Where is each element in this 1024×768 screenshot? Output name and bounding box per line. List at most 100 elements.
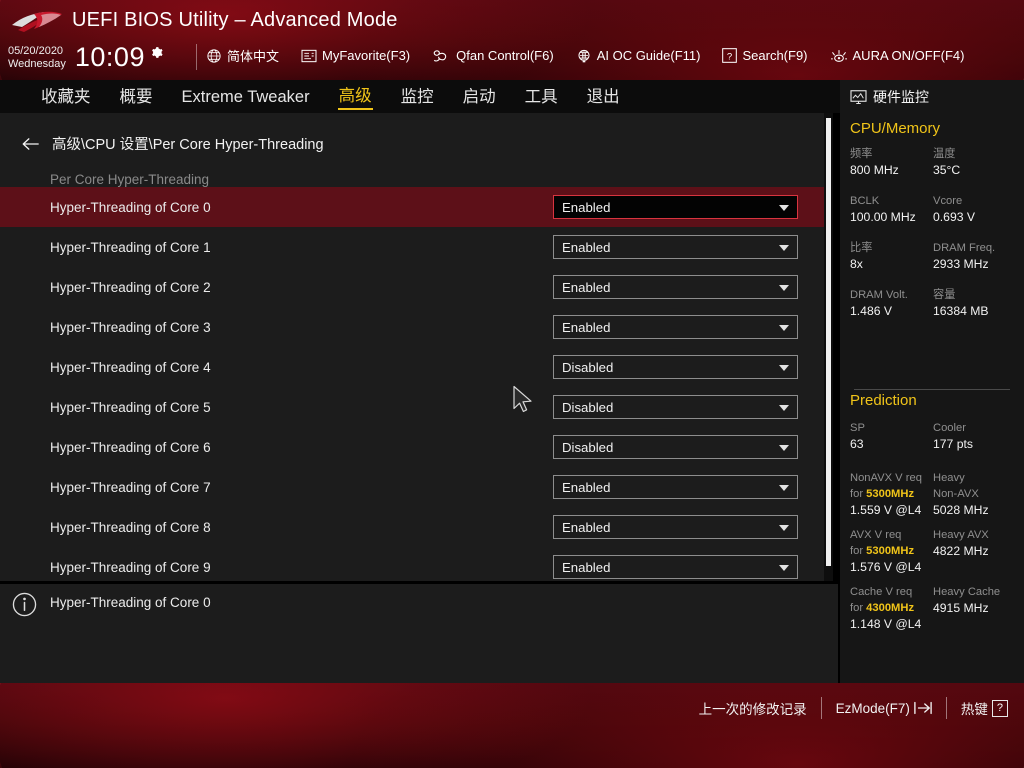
settings-row-dropdown[interactable]: Enabled	[553, 555, 798, 579]
settings-row-dropdown[interactable]: Enabled	[553, 475, 798, 499]
settings-row[interactable]: Hyper-Threading of Core 1 Enabled	[0, 227, 838, 267]
hwmon-value: 5028 MHz	[933, 503, 989, 517]
fan-icon	[433, 49, 447, 62]
settings-row-label: Hyper-Threading of Core 1	[50, 239, 211, 255]
chevron-down-icon[interactable]	[779, 525, 789, 531]
settings-row[interactable]: Hyper-Threading of Core 2 Enabled	[0, 267, 838, 307]
hwmon-pair: BCLK 100.00 MHz Vcore 0.693 V	[850, 193, 1016, 226]
settings-row-label: Hyper-Threading of Core 3	[50, 319, 211, 335]
hwmon-value: 1.486 V	[850, 304, 893, 318]
chevron-down-icon[interactable]	[779, 485, 789, 491]
chevron-down-icon[interactable]	[779, 325, 789, 331]
settings-row[interactable]: Hyper-Threading of Core 6 Disabled	[0, 427, 838, 467]
settings-row-dropdown[interactable]: Disabled	[553, 355, 798, 379]
chevron-down-icon[interactable]	[779, 245, 789, 251]
settings-row-dropdown[interactable]: Enabled	[553, 195, 798, 219]
language-label: 简体中文	[227, 49, 280, 64]
cpu-memory-readouts: 频率 800 MHz 温度 35°C BCLK 100.00 MHz Vcore 0.693 …	[850, 146, 1016, 334]
language-button[interactable]: 简体中文	[206, 46, 279, 65]
settings-row[interactable]: Hyper-Threading of Core 8 Enabled	[0, 507, 838, 547]
hwmon-value: 100.00 MHz	[850, 210, 916, 224]
settings-row-dropdown[interactable]: Enabled	[553, 235, 798, 259]
hwmon-key: 比率	[850, 242, 873, 254]
tab-6[interactable]: 工具	[524, 85, 559, 109]
settings-row[interactable]: Hyper-Threading of Core 5 Disabled	[0, 387, 838, 427]
chevron-down-icon[interactable]	[779, 565, 789, 571]
back-arrow-icon[interactable]	[22, 137, 39, 151]
tab-2[interactable]: Extreme Tweaker	[181, 85, 311, 109]
hwmon-pair: SP 63 Cooler 177 pts	[850, 420, 1016, 453]
aura-button[interactable]: AURA ON/OFF(F4)	[830, 48, 964, 64]
settings-row-label: Hyper-Threading of Core 4	[50, 359, 211, 375]
last-modified-button[interactable]: 上一次的修改记录	[699, 698, 807, 718]
section-title: Per Core Hyper-Threading	[50, 172, 210, 187]
globe-icon	[207, 48, 221, 63]
ai-oc-guide-button[interactable]: AI OC Guide(F11)	[576, 48, 700, 64]
ezmode-button[interactable]: EzMode(F7)	[836, 701, 932, 716]
hwmon-column: Heavy Non-AVX 5028 MHz	[933, 470, 1016, 519]
content-scrollbar-track[interactable]	[824, 113, 833, 581]
settings-row[interactable]: Hyper-Threading of Core 0 Enabled	[0, 187, 838, 227]
settings-row-value: Enabled	[562, 279, 611, 295]
search-button[interactable]: ? Search(F9)	[722, 48, 808, 63]
tab-1[interactable]: 概要	[119, 85, 154, 109]
monitor-icon	[850, 89, 867, 104]
hwmon-column: Cooler 177 pts	[933, 420, 1016, 453]
hwmon-prediction-block: NonAVX V req for 5300MHz 1.559 V @L4 Heavy N…	[850, 470, 1016, 519]
hwmon-column: DRAM Freq. 2933 MHz	[933, 240, 1016, 273]
qfan-control-button[interactable]: Qfan Control(F6)	[432, 48, 554, 64]
settings-row-dropdown[interactable]: Enabled	[553, 315, 798, 339]
myfavorite-button[interactable]: MyFavorite(F3)	[301, 48, 410, 63]
settings-row[interactable]: Hyper-Threading of Core 7 Enabled	[0, 467, 838, 507]
settings-row-dropdown[interactable]: Disabled	[553, 435, 798, 459]
settings-row-dropdown[interactable]: Enabled	[553, 275, 798, 299]
weekday-text: Wednesday	[8, 57, 66, 70]
settings-list: Hyper-Threading of Core 0 Enabled Hyper-Th…	[0, 187, 838, 581]
breadcrumb[interactable]: 高级\CPU 设置\Per Core Hyper-Threading	[22, 133, 324, 154]
hwmon-column: NonAVX V req for 5300MHz 1.559 V @L4	[850, 470, 933, 519]
myfavorite-label: MyFavorite(F3)	[322, 48, 411, 63]
footer-divider-1	[820, 697, 822, 719]
hwmon-key-line2: Non-AVX	[933, 488, 979, 500]
hwmon-key: 容量	[933, 289, 956, 301]
chevron-down-icon[interactable]	[779, 365, 789, 371]
hwmon-column: 容量 16384 MB	[933, 287, 1016, 320]
tab-7[interactable]: 退出	[586, 85, 621, 109]
gear-icon[interactable]	[150, 46, 163, 59]
hotkey-button[interactable]: 热键 ?	[961, 698, 1008, 718]
tab-4[interactable]: 监控	[400, 85, 435, 109]
hwmon-value: 63	[850, 437, 864, 451]
settings-row-dropdown[interactable]: Enabled	[553, 515, 798, 539]
prediction-section-title: Prediction	[850, 392, 917, 409]
date-text: 05/20/2020	[8, 44, 64, 57]
settings-row-value: Enabled	[562, 519, 611, 535]
tab-0[interactable]: 收藏夹	[40, 85, 92, 109]
settings-row-label: Hyper-Threading of Core 7	[50, 479, 211, 495]
chevron-down-icon[interactable]	[779, 405, 789, 411]
settings-row-dropdown[interactable]: Disabled	[553, 395, 798, 419]
settings-row[interactable]: Hyper-Threading of Core 3 Enabled	[0, 307, 838, 347]
chevron-down-icon[interactable]	[779, 205, 789, 211]
settings-row[interactable]: Hyper-Threading of Core 9 Enabled	[0, 547, 838, 581]
chevron-down-icon[interactable]	[779, 285, 789, 291]
hwmon-key: SP	[850, 422, 865, 434]
settings-row-label: Hyper-Threading of Core 9	[50, 559, 211, 575]
page-title: UEFI BIOS Utility – Advanced Mode	[72, 9, 398, 31]
hwmon-value: 8x	[850, 257, 863, 271]
question-icon: ?	[722, 48, 738, 63]
settings-row[interactable]: Hyper-Threading of Core 4 Disabled	[0, 347, 838, 387]
tab-5[interactable]: 启动	[462, 85, 497, 109]
tab-3[interactable]: 高级	[337, 84, 373, 110]
prediction-readouts: SP 63 Cooler 177 pts	[850, 420, 1016, 467]
chevron-down-icon[interactable]	[779, 445, 789, 451]
hwmon-column: AVX V req for 5300MHz 1.576 V @L4	[850, 527, 933, 576]
hwmon-key: BCLK	[850, 195, 880, 207]
description-text: Hyper-Threading of Core 0	[50, 595, 211, 610]
hotkey-label: 热键	[960, 702, 988, 717]
hwmon-column: 比率 8x	[850, 240, 933, 273]
rog-logo-icon	[12, 11, 62, 32]
footer-bar: 上一次的修改记录 EzMode(F7) 热键 ? 值 什么值得买 Version…	[0, 683, 1024, 768]
hwmon-column: BCLK 100.00 MHz	[850, 193, 933, 226]
hwmon-key: DRAM Freq.	[933, 242, 996, 254]
content-scrollbar-thumb[interactable]	[826, 118, 831, 566]
